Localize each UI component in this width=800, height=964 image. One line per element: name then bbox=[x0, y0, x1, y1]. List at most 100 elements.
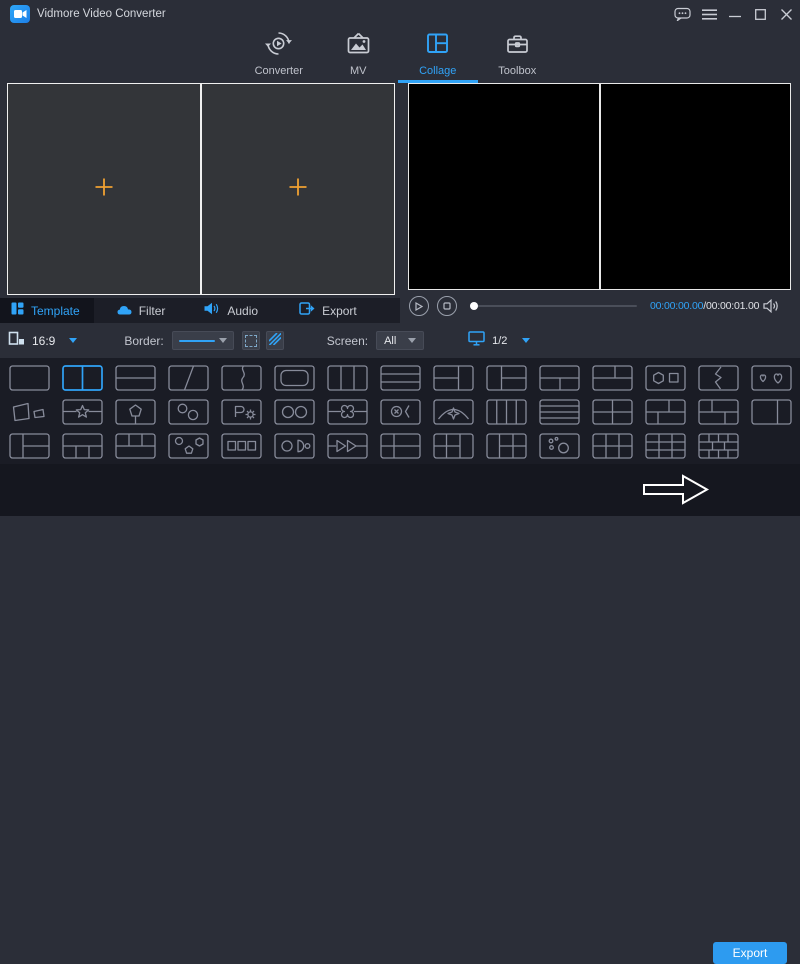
close-icon[interactable] bbox=[776, 6, 796, 22]
template-single[interactable] bbox=[9, 365, 50, 391]
template-top-three-bottom-full[interactable] bbox=[115, 433, 156, 459]
seek-slider[interactable] bbox=[470, 301, 637, 310]
template-two-rows[interactable] bbox=[115, 365, 156, 391]
template-grid-3x3[interactable] bbox=[645, 433, 686, 459]
template-pentagon-center[interactable] bbox=[115, 399, 156, 425]
main-nav: Converter MV Collage Toolbox bbox=[239, 30, 557, 83]
subtab-audio-label: Audio bbox=[227, 303, 259, 318]
template-left-column-right-grid[interactable] bbox=[486, 433, 527, 459]
panel-tabs: Template Filter Audio Export bbox=[0, 298, 400, 323]
time-display: 00:00:00.00/00:00:01.00 bbox=[650, 300, 762, 312]
collage-cell-2-add-video[interactable] bbox=[202, 84, 394, 294]
collage-icon bbox=[424, 30, 451, 62]
page-indicator: 1/2 bbox=[492, 334, 508, 347]
plus-icon bbox=[288, 177, 308, 202]
aspect-ratio-icon[interactable] bbox=[8, 330, 25, 352]
screen-dropdown[interactable]: All bbox=[376, 331, 425, 350]
template-row-3 bbox=[0, 433, 800, 459]
template-diagonal-split[interactable] bbox=[168, 365, 209, 391]
border-line-sample bbox=[178, 339, 215, 342]
template-icon bbox=[11, 302, 24, 320]
template-wide-left-narrow-right[interactable] bbox=[751, 399, 792, 425]
template-grid-2x3[interactable] bbox=[592, 433, 633, 459]
play-button[interactable] bbox=[409, 296, 429, 316]
template-flag-and-gear[interactable] bbox=[221, 399, 262, 425]
filter-cloud-icon bbox=[117, 302, 132, 320]
template-staggered-top-right[interactable] bbox=[645, 399, 686, 425]
template-narrow-left-right-two-rows[interactable] bbox=[9, 433, 50, 459]
template-two-columns[interactable] bbox=[62, 365, 103, 391]
screen-dropdown-value: All bbox=[384, 334, 397, 347]
minimize-icon[interactable] bbox=[725, 6, 745, 22]
template-skewed-frames[interactable] bbox=[9, 399, 50, 425]
template-top-two-bottom-full[interactable] bbox=[592, 365, 633, 391]
menu-icon[interactable] bbox=[699, 6, 719, 22]
template-hexagon-square[interactable] bbox=[645, 365, 686, 391]
template-four-columns[interactable] bbox=[486, 399, 527, 425]
tab-mv[interactable]: MV bbox=[319, 30, 399, 83]
template-top-full-bottom-two[interactable] bbox=[539, 365, 580, 391]
monitor-icon[interactable] bbox=[468, 330, 485, 351]
template-brick-grid[interactable] bbox=[698, 433, 739, 459]
template-clover-center[interactable] bbox=[327, 399, 368, 425]
collage-cell-1-add-video[interactable] bbox=[8, 84, 200, 294]
template-star-center[interactable] bbox=[62, 399, 103, 425]
template-two-circles-diagonal[interactable] bbox=[168, 399, 209, 425]
border-label: Border: bbox=[124, 333, 164, 348]
template-two-hearts[interactable] bbox=[751, 365, 792, 391]
aspect-ratio-dropdown-icon[interactable] bbox=[69, 338, 78, 343]
border-style-dropdown[interactable] bbox=[171, 331, 234, 350]
aspect-ratio-value[interactable]: 16:9 bbox=[32, 334, 55, 348]
volume-icon[interactable] bbox=[763, 298, 780, 318]
screen-dropdown-icon bbox=[408, 338, 417, 343]
tab-toolbox[interactable]: Toolbox bbox=[478, 30, 558, 83]
subtab-filter[interactable]: Filter bbox=[106, 298, 180, 323]
template-three-squares[interactable] bbox=[221, 433, 262, 459]
template-circle-half-dot[interactable] bbox=[274, 433, 315, 459]
border-dashed-toggle[interactable] bbox=[241, 331, 260, 350]
preview-cell-1 bbox=[409, 84, 599, 289]
template-three-rows[interactable] bbox=[380, 365, 421, 391]
template-lightning-split[interactable] bbox=[698, 365, 739, 391]
maximize-icon[interactable] bbox=[750, 6, 770, 22]
template-two-circles[interactable] bbox=[274, 399, 315, 425]
template-circle-pentagon-hexagon[interactable] bbox=[168, 433, 209, 459]
subtab-export[interactable]: Export bbox=[288, 298, 371, 323]
template-three-columns[interactable] bbox=[327, 365, 368, 391]
feedback-bubble-icon[interactable] bbox=[672, 6, 692, 22]
toolbox-icon bbox=[504, 30, 531, 62]
bottom-bar: Export bbox=[0, 464, 800, 964]
export-button[interactable]: Export bbox=[713, 942, 787, 964]
app-logo-icon bbox=[10, 5, 30, 23]
template-staggered-columns[interactable] bbox=[698, 399, 739, 425]
seek-knob[interactable] bbox=[470, 301, 478, 310]
collage-editor bbox=[7, 83, 395, 295]
hatch-pattern-button[interactable] bbox=[265, 331, 284, 350]
annotation-arrow-icon bbox=[641, 472, 711, 512]
template-grid-2x2[interactable] bbox=[592, 399, 633, 425]
template-grid-2x2-narrow-left[interactable] bbox=[380, 433, 421, 459]
template-grid bbox=[0, 358, 800, 464]
tab-converter[interactable]: Converter bbox=[239, 30, 319, 83]
template-two-triangles[interactable] bbox=[327, 433, 368, 459]
preview-area bbox=[408, 83, 791, 290]
template-curve-split[interactable] bbox=[221, 365, 262, 391]
tab-collage[interactable]: Collage bbox=[398, 30, 478, 83]
template-left-grid-right-column[interactable] bbox=[433, 433, 474, 459]
title-bar: Vidmore Video Converter bbox=[0, 0, 800, 28]
template-cross-circle-bracket[interactable] bbox=[380, 399, 421, 425]
template-bubbles[interactable] bbox=[539, 433, 580, 459]
template-top-full-bottom-three[interactable] bbox=[62, 433, 103, 459]
time-total: 00:00:01.00 bbox=[706, 300, 760, 312]
subtab-audio[interactable]: Audio bbox=[193, 298, 272, 323]
template-arch-clover[interactable] bbox=[433, 399, 474, 425]
template-left-column-right-two-rows[interactable] bbox=[486, 365, 527, 391]
stop-button[interactable] bbox=[437, 296, 457, 316]
template-rounded-inset[interactable] bbox=[274, 365, 315, 391]
template-four-rows[interactable] bbox=[539, 399, 580, 425]
subtab-template[interactable]: Template bbox=[0, 298, 94, 323]
collage-toolbar: 16:9 Border: Screen: All 1/2 bbox=[0, 323, 800, 358]
template-left-two-rows-right-column[interactable] bbox=[433, 365, 474, 391]
window-title: Vidmore Video Converter bbox=[37, 8, 166, 20]
page-dropdown-icon[interactable] bbox=[522, 338, 531, 343]
